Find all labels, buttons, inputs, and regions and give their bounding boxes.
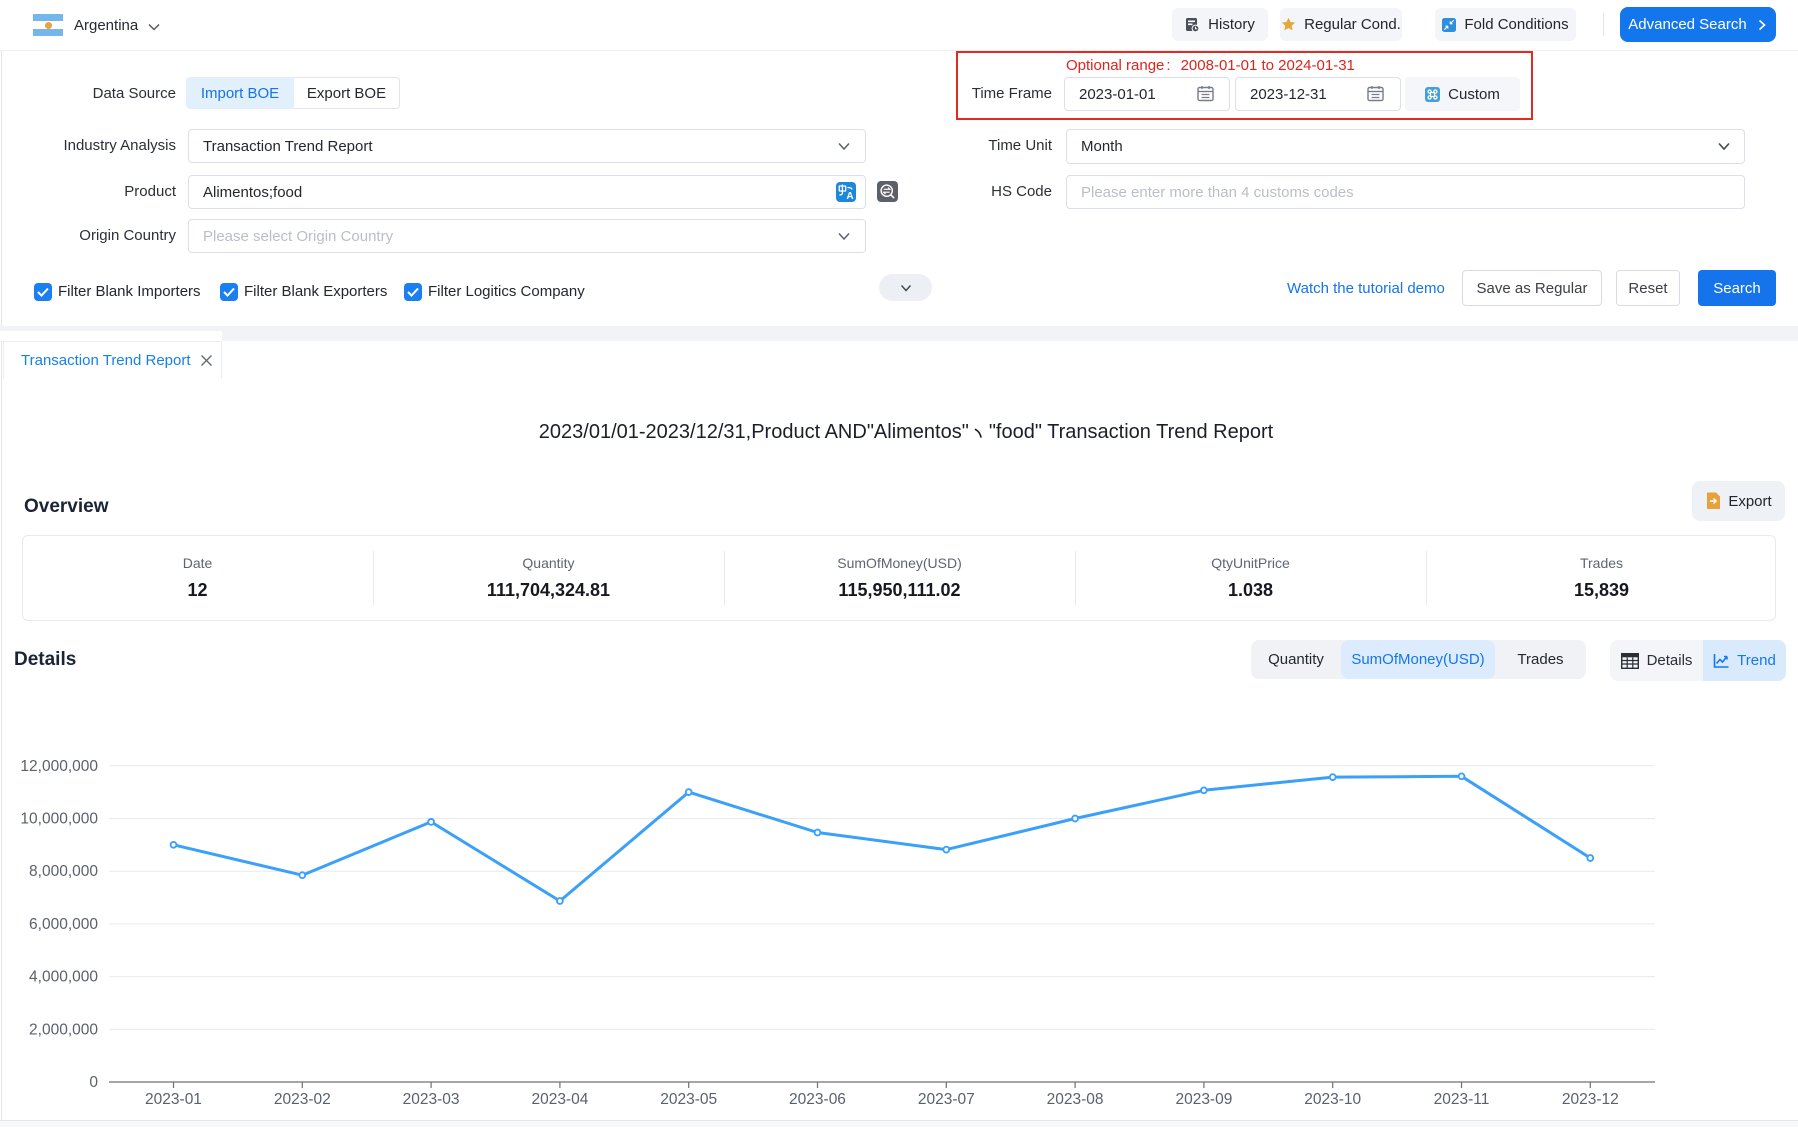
svg-text:2023-04: 2023-04 [531, 1091, 588, 1108]
svg-text:2023-12: 2023-12 [1562, 1091, 1619, 1108]
svg-text:2023-10: 2023-10 [1304, 1091, 1361, 1108]
svg-text:2023-02: 2023-02 [274, 1091, 331, 1108]
svg-text:2023-07: 2023-07 [918, 1091, 975, 1108]
svg-text:2,000,000: 2,000,000 [29, 1021, 98, 1038]
svg-text:12,000,000: 12,000,000 [20, 758, 98, 775]
svg-text:6,000,000: 6,000,000 [29, 916, 98, 933]
svg-text:2023-03: 2023-03 [403, 1091, 460, 1108]
svg-text:2023-05: 2023-05 [660, 1091, 717, 1108]
svg-text:2023-11: 2023-11 [1434, 1091, 1490, 1108]
svg-text:2023-01: 2023-01 [145, 1091, 202, 1108]
svg-text:0: 0 [89, 1074, 98, 1091]
svg-text:10,000,000: 10,000,000 [20, 811, 98, 828]
svg-text:8,000,000: 8,000,000 [29, 863, 98, 880]
svg-text:2023-08: 2023-08 [1047, 1091, 1104, 1108]
svg-text:2023-09: 2023-09 [1175, 1091, 1232, 1108]
svg-text:A: A [846, 191, 853, 202]
svg-text:2023-06: 2023-06 [789, 1091, 846, 1108]
svg-text:4,000,000: 4,000,000 [29, 969, 98, 986]
